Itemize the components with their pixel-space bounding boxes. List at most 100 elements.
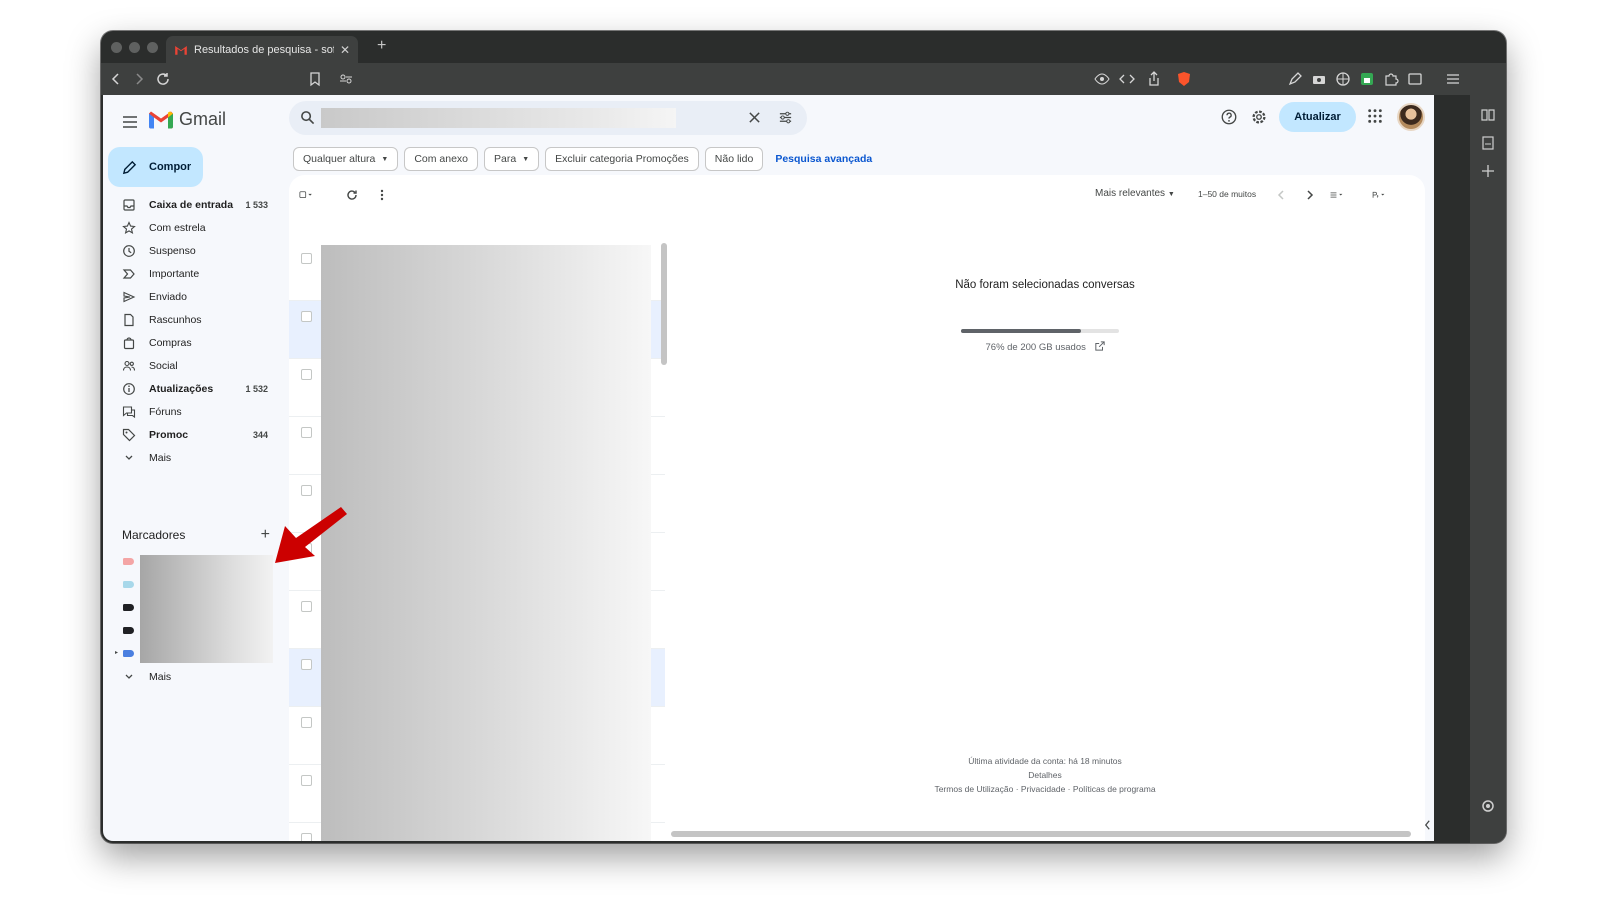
brave-shield-icon[interactable]: [1176, 71, 1192, 87]
bookmarks-panel-icon[interactable]: [1480, 135, 1496, 151]
sidebar-item-10[interactable]: Promoc 344: [103, 423, 283, 446]
sort-dropdown[interactable]: Mais relevantes ▼: [1095, 188, 1175, 199]
filter-chip-0[interactable]: Qualquer altura ▼: [293, 147, 399, 171]
apps-grid-icon[interactable]: [1367, 108, 1387, 128]
camera-icon[interactable]: [1311, 71, 1327, 87]
puzzle-icon[interactable]: [1383, 71, 1399, 87]
horizontal-scrollbar[interactable]: [671, 831, 1411, 837]
reading-list-icon[interactable]: [1480, 107, 1496, 123]
code-icon[interactable]: [1119, 71, 1135, 87]
row-checkbox[interactable]: [301, 427, 312, 438]
extension-lock-icon[interactable]: [1359, 71, 1375, 87]
clear-search-icon[interactable]: [748, 111, 761, 129]
label-color-icon[interactable]: [123, 558, 134, 565]
reading-pane: Não foram selecionadas conversas 76% de …: [669, 243, 1421, 841]
sidebar-item-count: 344: [252, 429, 268, 440]
search-icon[interactable]: [300, 110, 315, 130]
row-checkbox[interactable]: [301, 659, 312, 670]
storage-usage[interactable]: 76% de 200 GB usados: [669, 341, 1421, 353]
minimize-window-dot[interactable]: [129, 42, 140, 53]
update-button[interactable]: Atualizar: [1279, 102, 1356, 132]
label-color-icon[interactable]: [123, 581, 134, 588]
more-actions-icon[interactable]: [375, 188, 389, 205]
labels-more[interactable]: Mais: [103, 665, 283, 688]
back-icon[interactable]: [108, 71, 124, 87]
tab-bar: Resultados de pesquisa - sofi ✕ +: [101, 31, 1506, 63]
sidebar-item-0[interactable]: Caixa de entrada 1 533: [103, 193, 283, 216]
sidebar-item-1[interactable]: Com estrela: [103, 216, 283, 239]
row-checkbox[interactable]: [301, 485, 312, 496]
new-tab-button[interactable]: +: [377, 37, 386, 55]
storage-progress-bar: [961, 329, 1119, 333]
browser-tab[interactable]: Resultados de pesquisa - sofi ✕: [166, 36, 358, 63]
extension-globe-icon[interactable]: [1335, 71, 1351, 87]
filter-chip-3[interactable]: Excluir categoria Promoções: [545, 147, 699, 171]
list-scrollbar[interactable]: [661, 243, 667, 365]
filter-chip-4[interactable]: Não lido: [704, 147, 764, 171]
open-external-icon[interactable]: [1094, 341, 1105, 351]
sidebar-item-4[interactable]: Enviado: [103, 285, 283, 308]
panel-settings-icon[interactable]: [1480, 798, 1496, 814]
sidebar-item-9[interactable]: Fóruns: [103, 400, 283, 423]
row-checkbox[interactable]: [301, 311, 312, 322]
sidebar-item-11[interactable]: Mais: [103, 446, 283, 469]
label-color-icon[interactable]: [123, 650, 134, 657]
expand-label-icon[interactable]: ▸: [115, 649, 118, 656]
sidebar-item-7[interactable]: Social: [103, 354, 283, 377]
label-color-icon[interactable]: [123, 604, 134, 611]
sidebar-item-label: Suspenso: [149, 244, 196, 257]
help-icon[interactable]: [1220, 108, 1240, 128]
collapse-side-panel-icon[interactable]: [1423, 819, 1434, 839]
sidebar-item-label: Compras: [149, 336, 192, 349]
gmail-logo-text: Gmail: [179, 109, 227, 129]
prev-page-icon[interactable]: [1274, 188, 1288, 205]
bookmark-icon[interactable]: [307, 71, 323, 87]
details-link[interactable]: Detalhes: [669, 770, 1421, 780]
search-bar[interactable]: [289, 101, 807, 135]
tab-close-icon[interactable]: ✕: [340, 43, 350, 57]
filter-chip-label: Com anexo: [414, 153, 469, 165]
add-panel-icon[interactable]: [1480, 163, 1496, 179]
settings-gear-icon[interactable]: [1250, 108, 1270, 128]
sidebar-item-2[interactable]: Suspenso: [103, 239, 283, 262]
input-tools-icon[interactable]: [1372, 188, 1386, 205]
reload-icon[interactable]: [155, 71, 171, 87]
filter-chip-1[interactable]: Com anexo: [404, 147, 479, 171]
compose-button[interactable]: Compor: [108, 147, 203, 187]
advanced-search-link[interactable]: Pesquisa avançada: [775, 153, 872, 165]
browser-window: Resultados de pesquisa - sofi ✕ + Gmail …: [101, 31, 1506, 843]
density-icon[interactable]: [1330, 188, 1344, 205]
row-checkbox[interactable]: [301, 775, 312, 786]
search-query-redacted[interactable]: [321, 108, 676, 128]
sidebar-item-3[interactable]: Importante: [103, 262, 283, 285]
row-checkbox[interactable]: [301, 369, 312, 380]
pen-icon[interactable]: [1287, 71, 1303, 87]
next-page-icon[interactable]: [1303, 188, 1317, 205]
sidebar-item-5[interactable]: Rascunhos: [103, 308, 283, 331]
search-options-icon[interactable]: [778, 110, 793, 130]
filter-chip-label: Para: [494, 153, 517, 165]
close-window-dot[interactable]: [111, 42, 122, 53]
filter-chip-2[interactable]: Para ▼: [484, 147, 540, 171]
window-icon[interactable]: [1407, 71, 1423, 87]
select-all-checkbox[interactable]: [299, 188, 313, 205]
row-checkbox[interactable]: [301, 253, 312, 264]
refresh-icon[interactable]: [345, 188, 359, 205]
account-avatar[interactable]: [1397, 103, 1425, 131]
eye-icon[interactable]: [1094, 71, 1110, 87]
add-label-icon[interactable]: +: [261, 526, 270, 544]
sidebar-item-6[interactable]: Compras: [103, 331, 283, 354]
sidebar-item-8[interactable]: Atualizações 1 532: [103, 377, 283, 400]
main-menu-icon[interactable]: [120, 112, 140, 132]
clock-icon: [122, 244, 136, 258]
label-color-icon[interactable]: [123, 627, 134, 634]
row-checkbox[interactable]: [301, 717, 312, 728]
forward-icon[interactable]: [131, 71, 147, 87]
share-icon[interactable]: [1146, 71, 1162, 87]
row-checkbox[interactable]: [301, 833, 312, 841]
row-checkbox[interactable]: [301, 601, 312, 612]
zoom-window-dot[interactable]: [147, 42, 158, 53]
gmail-logo[interactable]: Gmail: [149, 109, 226, 130]
footer-links[interactable]: Termos de Utilização · Privacidade · Pol…: [669, 784, 1421, 794]
browser-menu-icon[interactable]: [1445, 71, 1461, 87]
